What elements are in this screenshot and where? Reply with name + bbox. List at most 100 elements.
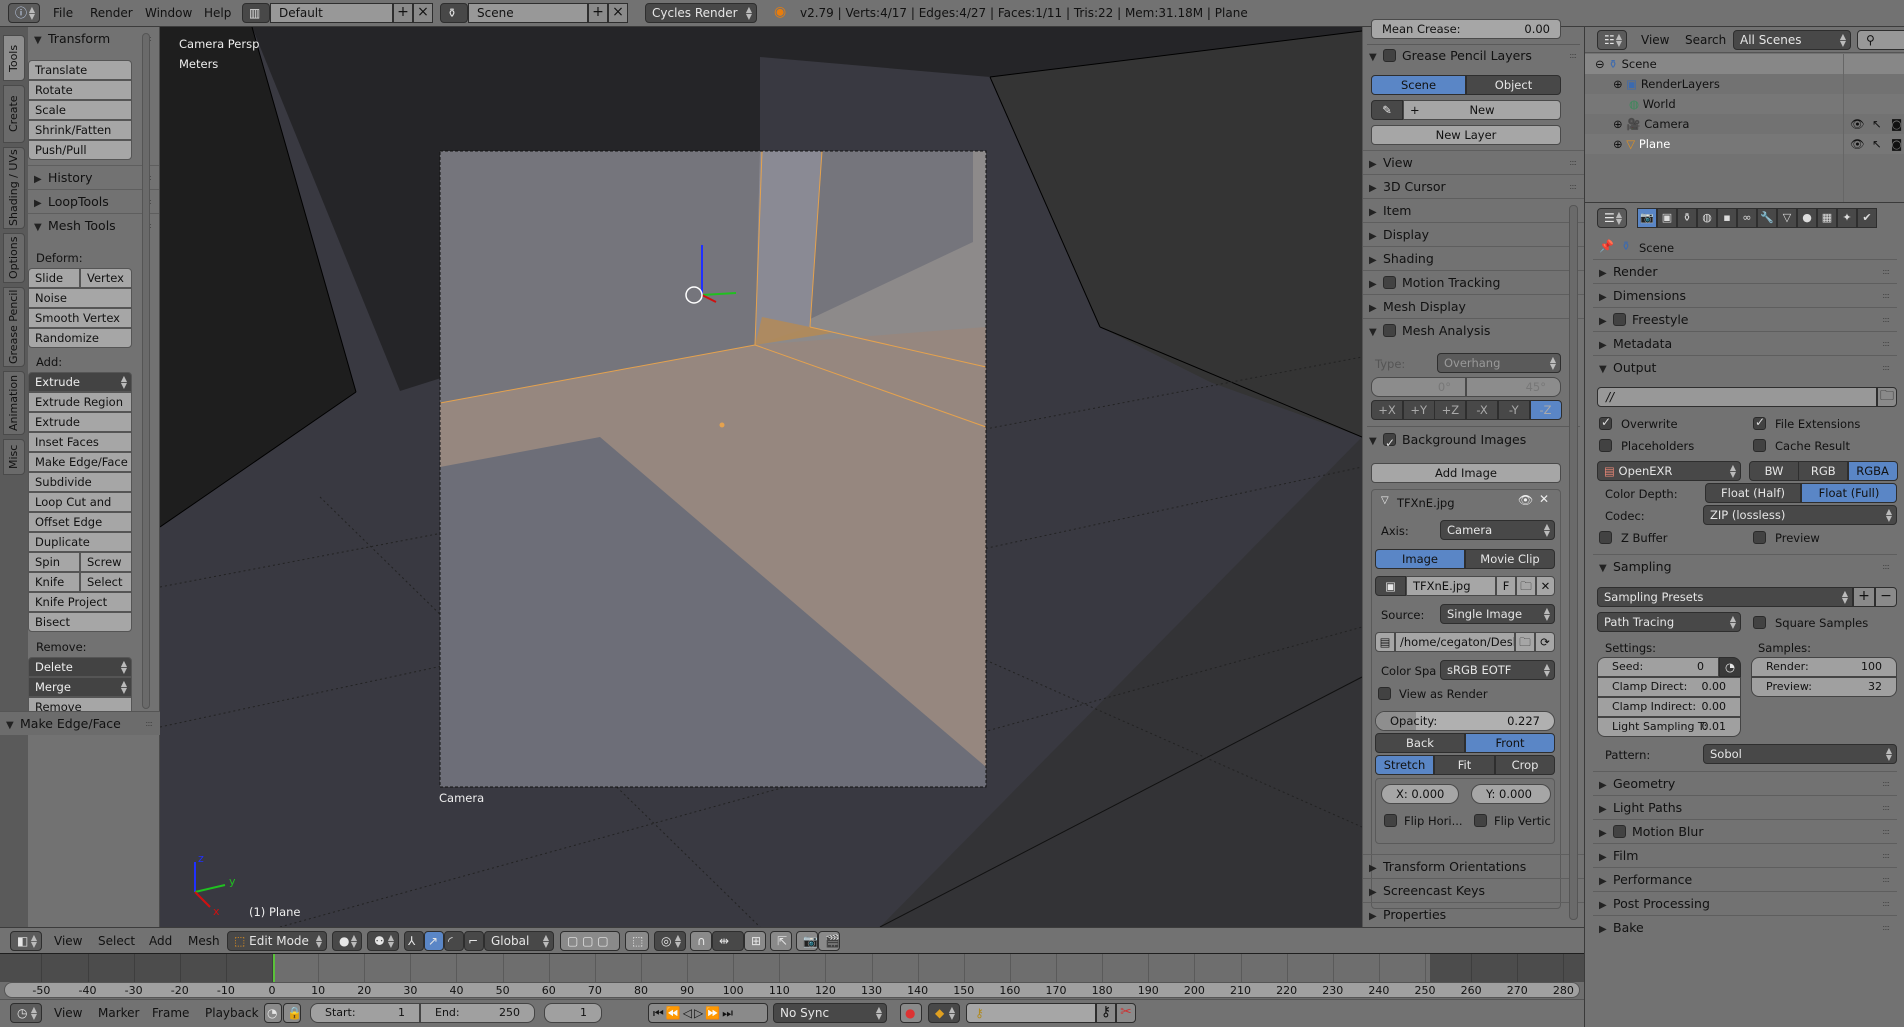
gp-object-tab[interactable]: Object (1466, 75, 1561, 95)
menu-render[interactable]: Render (90, 6, 133, 20)
integrator-dropdown[interactable]: Path Tracing ▲ ▼ (1597, 612, 1741, 632)
add-scene-icon[interactable]: + (588, 3, 608, 23)
bg-expand-icon[interactable]: ▽ (1381, 495, 1389, 506)
delete-keyframe-icon[interactable]: ✂ (1116, 1003, 1136, 1023)
panel-bake[interactable]: ▶ Bake:::: (1593, 915, 1897, 939)
object-tab-icon[interactable]: ▪ (1717, 208, 1737, 228)
menu-window[interactable]: Window (145, 6, 192, 20)
preview-checkbox[interactable] (1753, 531, 1766, 544)
flip-vertical-checkbox[interactable] (1474, 814, 1487, 827)
scene-field[interactable]: Scene (468, 3, 588, 23)
panel-film[interactable]: ▶ Film:::: (1593, 843, 1897, 867)
image-name-field[interactable]: TFXnE.jpg (1406, 576, 1496, 596)
view-as-render-checkbox[interactable] (1378, 687, 1391, 700)
make-edge-face-button[interactable]: Make Edge/Face (28, 452, 132, 472)
snap-icon[interactable]: ∩ (690, 931, 712, 951)
push-pull-button[interactable]: Push/Pull (28, 140, 132, 160)
renderlayers-tab-icon[interactable]: ▣ (1657, 208, 1677, 228)
keyframe-type-icon[interactable]: ◆ ▲ ▼ (928, 1003, 960, 1023)
reload-icon[interactable]: ⟳ (1535, 632, 1555, 652)
world-tab-icon[interactable]: ◍ (1697, 208, 1717, 228)
timeline-scrubber[interactable] (4, 982, 1580, 998)
color-mode-bw[interactable]: BW (1749, 461, 1799, 481)
panel-display[interactable]: ▶Display:::: (1363, 222, 1584, 246)
color-depth-half[interactable]: Float (Half) (1705, 483, 1801, 503)
transform-orientation-dropdown[interactable]: Global ▲ ▼ (484, 931, 554, 951)
panel-transform[interactable]: ▼Transform:::: (28, 27, 159, 51)
select-mode-buttons[interactable]: ▢ ▢ ▢ (560, 931, 620, 951)
renderable-camera-icon[interactable]: ◙ (1891, 134, 1902, 154)
axis-button-posneg-y[interactable]: +Y (1402, 400, 1435, 420)
menu-help[interactable]: Help (204, 6, 231, 20)
constraints-tab-icon[interactable]: ∞ (1737, 208, 1757, 228)
pivot-dropdown[interactable]: ⚉ ▲ ▼ (367, 931, 399, 951)
image-path-field[interactable]: /home/cegaton/Desk... (1395, 632, 1515, 652)
subdivide-button[interactable]: Subdivide (28, 472, 132, 492)
remove-scene-icon[interactable]: × (608, 3, 628, 23)
panel-output[interactable]: ▼ Output:::: (1593, 355, 1897, 379)
timeline-editor-type[interactable]: ◷ ▲ ▼ (10, 1003, 42, 1023)
gp-scene-tab[interactable]: Scene (1371, 75, 1466, 95)
tab-shading-uvs[interactable]: Shading / UVs (3, 147, 25, 229)
current-frame-marker[interactable] (273, 954, 275, 982)
slide-vertex-button[interactable]: Vertex (80, 268, 132, 288)
vp-menu-mesh[interactable]: Mesh (188, 934, 220, 948)
material-tab-icon[interactable]: ● (1797, 208, 1817, 228)
tl-menu-marker[interactable]: Marker (98, 1006, 139, 1020)
vp-menu-select[interactable]: Select (98, 934, 135, 948)
panel-freestyle[interactable]: ▶ Freestyle:::: (1593, 307, 1897, 331)
panel-performance[interactable]: ▶ Performance:::: (1593, 867, 1897, 891)
vp-menu-view[interactable]: View (54, 934, 82, 948)
color-depth-full[interactable]: Float (Full) (1801, 483, 1897, 503)
offset-y-field[interactable]: Y: 0.000 (1471, 784, 1551, 804)
outliner-filter-dropdown[interactable]: All Scenes ▲ ▼ (1733, 30, 1851, 50)
shrink-fatten-button[interactable]: Shrink/Fatten (28, 120, 132, 140)
screen-layout-icon[interactable]: ▥ (242, 3, 270, 23)
output-path-field[interactable]: // (1597, 387, 1877, 407)
modifiers-tab-icon[interactable]: 🔧 (1757, 208, 1777, 228)
add-layout-icon[interactable]: + (393, 3, 413, 23)
browse-path-icon[interactable]: 🗀 (1515, 632, 1535, 652)
outliner-search-field[interactable]: ⚲ (1857, 30, 1904, 50)
panel-geometry[interactable]: ▶ Geometry:::: (1593, 771, 1897, 795)
scene-tab-icon[interactable]: ⚱ (1677, 208, 1697, 228)
data-tab-icon[interactable]: ▽ (1777, 208, 1797, 228)
insert-keyframe-icon[interactable]: ⚷ (1096, 1003, 1116, 1023)
vp-menu-add[interactable]: Add (149, 934, 172, 948)
panel-mesh-display[interactable]: ▶Mesh Display:::: (1363, 294, 1584, 318)
gp-new-button[interactable]: + New (1403, 100, 1561, 120)
particles-tab-icon[interactable]: ✦ (1837, 208, 1857, 228)
front-button[interactable]: Front (1465, 733, 1555, 753)
flip-horizontal-checkbox[interactable] (1384, 814, 1397, 827)
noise-button[interactable]: Noise (28, 288, 132, 308)
image-browse-icon[interactable]: ▣ (1375, 576, 1406, 596)
tab-grease-pencil[interactable]: Grease Pencil (3, 287, 25, 367)
panel-post-processing[interactable]: ▶ Post Processing:::: (1593, 891, 1897, 915)
axis-button-posneg-z[interactable]: +Z (1434, 400, 1467, 420)
viewport-editor-type[interactable]: ◧ ▲ ▼ (10, 931, 42, 951)
render-tab-icon[interactable]: 📷 (1637, 208, 1657, 228)
scene-icon[interactable]: ⚱ (440, 3, 468, 23)
color-mode-rgba[interactable]: RGBA (1847, 461, 1898, 481)
screw-button[interactable]: Screw (80, 552, 132, 572)
light-sampling-threshold-field[interactable]: Light Sampling T: 0.01 (1597, 717, 1741, 737)
back-button[interactable]: Back (1375, 733, 1465, 753)
tab-tools[interactable]: Tools (3, 35, 25, 81)
tl-menu-view[interactable]: View (54, 1006, 82, 1020)
sync-dropdown[interactable]: No Sync ▲ ▼ (773, 1003, 887, 1023)
selectable-cursor-icon[interactable]: ↖ (1872, 134, 1882, 154)
knife-select-button[interactable]: Select (80, 572, 132, 592)
angle-max-field[interactable]: 45° (1466, 377, 1561, 397)
knife-button[interactable]: Knife (28, 572, 80, 592)
source-dropdown[interactable]: Single Image ▲ ▼ (1440, 604, 1555, 624)
properties-editor-type[interactable]: ☰ ▲ ▼ (1597, 208, 1627, 228)
render-engine-dropdown[interactable]: Cycles Render ▲ ▼ (645, 3, 757, 23)
tab-misc[interactable]: Misc (3, 439, 25, 475)
bisect-button[interactable]: Bisect (28, 612, 132, 632)
open-image-icon[interactable]: 🗀 (1516, 576, 1536, 596)
outliner-item-renderlayers[interactable]: ⊕ ▣ RenderLayers (1585, 74, 1904, 94)
add-image-button[interactable]: Add Image (1371, 463, 1561, 483)
sampling-presets-dropdown[interactable]: Sampling Presets ▲ ▼ (1597, 587, 1853, 607)
physics-tab-icon[interactable]: ✔ (1857, 208, 1877, 228)
close-icon[interactable]: ✕ (1539, 492, 1549, 506)
